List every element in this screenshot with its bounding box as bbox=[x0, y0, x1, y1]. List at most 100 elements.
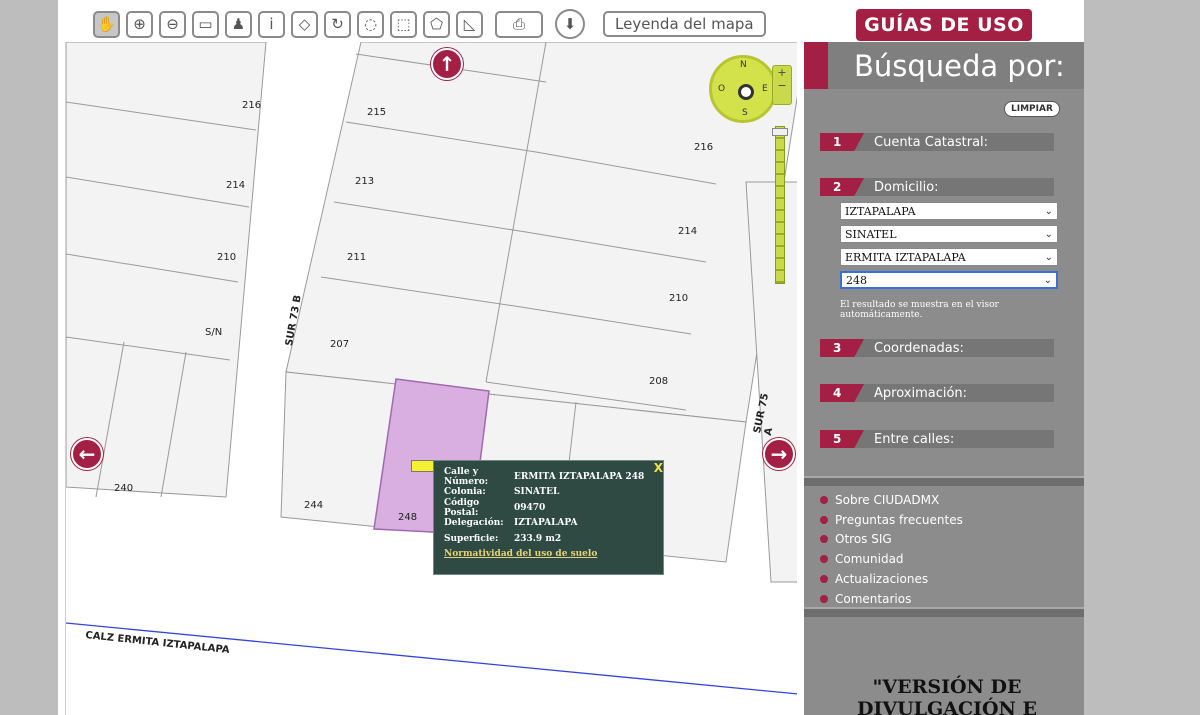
section-label: Aproximación: bbox=[874, 385, 968, 401]
zoom-in-button[interactable]: ⊕ bbox=[126, 10, 153, 38]
bullet-icon bbox=[820, 515, 828, 524]
info-button[interactable]: i bbox=[258, 10, 285, 38]
print-button[interactable]: ⎙ bbox=[495, 10, 543, 38]
section-coordinates[interactable]: 3 Coordenadas: bbox=[820, 339, 1054, 357]
zoom-plus-minus-control[interactable]: + − bbox=[772, 65, 792, 105]
section-cadastral-account[interactable]: 1 Cuenta Catastral: bbox=[820, 133, 1054, 151]
lot-number-label: 214 bbox=[226, 180, 246, 191]
zoom-out-button[interactable]: ⊖ bbox=[159, 10, 186, 38]
select-value: SINATEL bbox=[845, 227, 897, 241]
map-viewer[interactable]: 216 215 214 213 216 214 210 211 210 S/N 207 208 240 2… bbox=[65, 42, 797, 715]
bullet-icon bbox=[820, 535, 828, 544]
parcel-lines bbox=[66, 42, 797, 695]
link-label: Sobre CIUDADMX bbox=[835, 492, 940, 507]
land-use-link[interactable]: Normatividad del uso de suelo bbox=[444, 549, 653, 559]
zoom-minus-button[interactable]: − bbox=[773, 79, 791, 92]
compass-south[interactable]: S bbox=[742, 108, 748, 118]
lot-number-label: 213 bbox=[355, 176, 375, 187]
measure-button[interactable]: ▭ bbox=[192, 10, 219, 38]
lot-number-label: 216 bbox=[694, 142, 714, 153]
link-updates[interactable]: Actualizaciones bbox=[820, 569, 963, 589]
bullet-icon bbox=[820, 594, 828, 603]
pan-tool-button[interactable]: ✋ bbox=[93, 10, 120, 38]
compass-north[interactable]: N bbox=[740, 60, 747, 70]
zoom-out-icon: ⊖ bbox=[166, 15, 179, 33]
eraser-icon: ◇ bbox=[298, 15, 311, 33]
chevron-down-icon: ⌄ bbox=[1044, 228, 1053, 240]
select-poly-icon: ⬠ bbox=[429, 15, 444, 33]
clear-button[interactable]: LIMPIAR bbox=[1004, 101, 1060, 117]
link-label: Preguntas frecuentes bbox=[835, 512, 963, 527]
select-rect-button[interactable]: ⬚ bbox=[390, 10, 417, 38]
download-button[interactable]: ⬇ bbox=[555, 9, 585, 39]
section-address[interactable]: 2 Domicilio: bbox=[820, 178, 1054, 196]
select-value: IZTAPALAPA bbox=[845, 204, 916, 218]
lasso-icon: ◌ bbox=[363, 15, 378, 33]
arrow-right-icon: → bbox=[770, 442, 788, 466]
section-number: 5 bbox=[820, 430, 864, 448]
link-faq[interactable]: Preguntas frecuentes bbox=[820, 510, 963, 530]
refresh-button[interactable]: ↻ bbox=[324, 10, 351, 38]
section-approximation[interactable]: 4 Aproximación: bbox=[820, 384, 1054, 402]
link-about[interactable]: Sobre CIUDADMX bbox=[820, 490, 963, 510]
pan-north-button[interactable]: ↑ bbox=[431, 48, 463, 80]
search-panel-header: Búsqueda por: bbox=[804, 42, 1084, 89]
link-other-sig[interactable]: Otros SIG bbox=[820, 530, 963, 550]
erase-button[interactable]: ◇ bbox=[291, 10, 318, 38]
divider bbox=[804, 476, 1084, 486]
map-legend-button[interactable]: Leyenda del mapa bbox=[603, 11, 766, 37]
lot-number-label: 216 bbox=[242, 100, 262, 111]
chevron-down-icon: ⌄ bbox=[1043, 274, 1052, 286]
arrow-left-icon: ← bbox=[78, 442, 96, 466]
chevron-down-icon: ⌄ bbox=[1044, 251, 1053, 263]
select-area-button[interactable]: ◺ bbox=[456, 10, 483, 38]
version-notice: "VERSIÓN DE DIVULGACIÓN E bbox=[856, 676, 1038, 715]
usage-guides-button[interactable]: GUÍAS DE USO bbox=[856, 9, 1032, 41]
popup-close-button[interactable]: X bbox=[654, 461, 663, 475]
zoom-plus-button[interactable]: + bbox=[773, 66, 791, 79]
pan-east-button[interactable]: → bbox=[763, 438, 795, 470]
compass-east[interactable]: E bbox=[762, 84, 768, 94]
compass-control[interactable]: N S E O bbox=[709, 55, 777, 123]
lasso-button[interactable]: ◌ bbox=[357, 10, 384, 38]
zoom-slider[interactable] bbox=[775, 126, 785, 284]
link-label: Actualizaciones bbox=[835, 572, 929, 587]
parcel-info-popup: X Calle y Número: ERMITA IZTAPALAPA 248 C… bbox=[433, 460, 664, 575]
refresh-icon: ↻ bbox=[331, 15, 344, 33]
select-value: 248 bbox=[846, 273, 867, 287]
street-view-button[interactable]: ♟ bbox=[225, 10, 252, 38]
compass-west[interactable]: O bbox=[718, 84, 725, 94]
lot-number-label: S/N bbox=[205, 327, 223, 338]
popup-value: 233.9 m2 bbox=[514, 533, 562, 544]
link-community[interactable]: Comunidad bbox=[820, 549, 963, 569]
arrow-up-icon: ↑ bbox=[438, 52, 456, 76]
link-label: Comunidad bbox=[835, 552, 904, 567]
link-comments[interactable]: Comentarios bbox=[820, 589, 963, 609]
colony-select[interactable]: SINATEL ⌄ bbox=[840, 225, 1058, 243]
section-number: 2 bbox=[820, 178, 864, 196]
section-label: Entre calles: bbox=[874, 431, 955, 447]
pan-west-button[interactable]: ← bbox=[71, 438, 103, 470]
popup-value: 09470 bbox=[514, 502, 546, 513]
ruler-icon: ▭ bbox=[198, 15, 213, 33]
map-toolbar: ✋ ⊕ ⊖ ▭ ♟ i ◇ ↻ ◌ ⬚ ⬠ ◺ ⎙ ⬇ Leyenda del … bbox=[93, 9, 766, 39]
lot-number-label: 244 bbox=[304, 500, 324, 511]
section-number: 3 bbox=[820, 339, 864, 357]
section-number: 1 bbox=[820, 133, 864, 151]
street-select[interactable]: ERMITA IZTAPALAPA ⌄ bbox=[840, 248, 1058, 266]
lot-number-label: 210 bbox=[217, 252, 237, 263]
zoom-slider-handle[interactable] bbox=[772, 128, 788, 136]
popup-row: Calle y Número: ERMITA IZTAPALAPA 248 bbox=[444, 467, 653, 487]
compass-center[interactable] bbox=[738, 84, 754, 100]
result-note: El resultado se muestra en el visor auto… bbox=[840, 300, 999, 320]
select-poly-button[interactable]: ⬠ bbox=[423, 10, 450, 38]
number-select[interactable]: 248 ⌄ bbox=[840, 271, 1058, 289]
popup-key: Colonia: bbox=[444, 487, 486, 498]
lot-number-label: 211 bbox=[347, 252, 367, 263]
app-window: ✋ ⊕ ⊖ ▭ ♟ i ◇ ↻ ◌ ⬚ ⬠ ◺ ⎙ ⬇ Leyenda del … bbox=[58, 0, 1084, 715]
lot-number-label: 248 bbox=[398, 512, 418, 523]
delegation-select[interactable]: IZTAPALAPA ⌄ bbox=[840, 202, 1058, 220]
popup-row: Delegación: IZTAPALAPA bbox=[444, 516, 653, 532]
section-between-streets[interactable]: 5 Entre calles: bbox=[820, 430, 1054, 448]
bullet-icon bbox=[820, 555, 828, 564]
